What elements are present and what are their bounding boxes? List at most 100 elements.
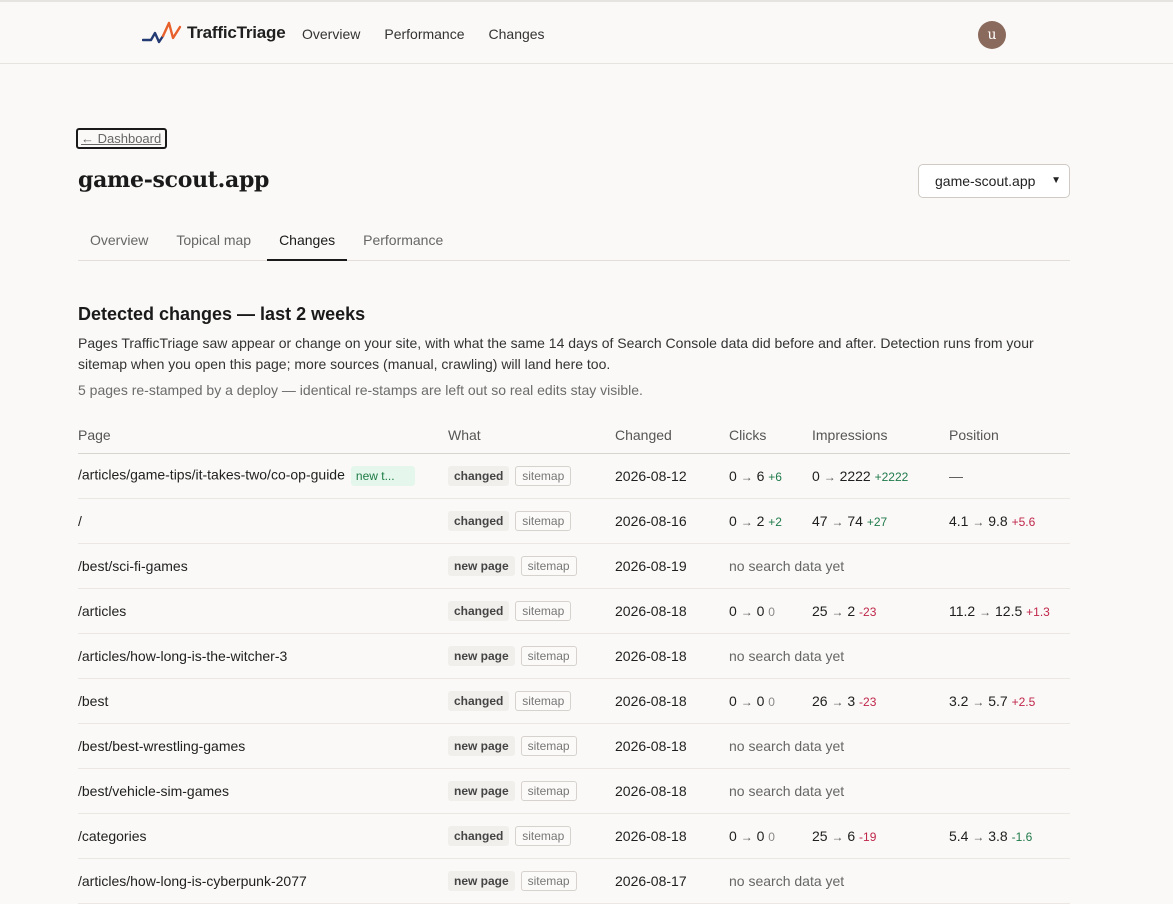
arrow-right-icon: → — [740, 694, 753, 709]
what-cell: changed sitemap — [448, 453, 615, 499]
page-path-link[interactable]: /best/vehicle-sim-games — [78, 783, 229, 799]
col-header-position[interactable]: Position — [949, 418, 1070, 454]
page-path-link[interactable]: /best/sci-fi-games — [78, 558, 188, 574]
impressions-delta: +27 — [866, 514, 888, 529]
impressions-delta: -23 — [859, 694, 877, 709]
page-cell: /best/vehicle-sim-games — [78, 768, 448, 814]
page-path-link[interactable]: /articles/how-long-is-cyberpunk-2077 — [78, 873, 307, 889]
clicks-delta: 0 — [768, 604, 775, 619]
changed-date: 2026-08-16 — [615, 512, 687, 529]
no-data-cell: no search data yet — [729, 543, 1070, 589]
source-badge: sitemap — [515, 690, 572, 711]
page-cell: / — [78, 498, 448, 544]
change-kind-badge: new page — [448, 735, 515, 756]
source-badge: sitemap — [515, 825, 572, 846]
impressions-before: 26 — [812, 692, 828, 709]
page-path-link[interactable]: /articles/game-tips/it-takes-two/co-op-g… — [78, 466, 345, 482]
clicks-delta: 0 — [768, 829, 775, 844]
col-header-what[interactable]: What — [448, 418, 615, 454]
changed-date-cell: 2026-08-19 — [615, 543, 729, 589]
source-badge: sitemap — [515, 600, 572, 621]
table-row[interactable]: / changed sitemap 2026-08-16 0 → 2 +2 47 → 7… — [78, 498, 1070, 544]
topnav-performance[interactable]: Performance — [384, 26, 464, 42]
changed-date: 2026-08-18 — [615, 647, 687, 664]
app-logo[interactable]: TrafficTriage — [142, 20, 286, 46]
clicks-cell: 0 → 0 0 — [729, 813, 812, 859]
chevron-down-icon: ▼ — [1051, 175, 1061, 186]
tab-overview[interactable]: Overview — [78, 222, 160, 261]
impressions-delta: -23 — [859, 604, 877, 619]
arrow-right-icon: → — [740, 604, 753, 619]
clicks-after: 0 — [756, 827, 765, 844]
table-row[interactable]: /best changed sitemap 2026-08-18 0 → 0 0 26 … — [78, 678, 1070, 724]
changed-date: 2026-08-18 — [615, 782, 687, 799]
site-tabs: Overview Topical map Changes Performance — [78, 222, 1070, 261]
table-row[interactable]: /categories changed sitemap 2026-08-18 0 → … — [78, 813, 1070, 859]
page-path-link[interactable]: /categories — [78, 828, 146, 844]
what-cell: changed sitemap — [448, 588, 615, 634]
clicks-cell: 0 → 0 0 — [729, 588, 812, 634]
clicks-cell: 0 → 0 0 — [729, 678, 812, 724]
changed-date: 2026-08-12 — [615, 467, 687, 484]
changed-date-cell: 2026-08-17 — [615, 858, 729, 904]
source-badge: sitemap — [520, 780, 577, 801]
table-row[interactable]: /articles/how-long-is-the-witcher-3 new p… — [78, 633, 1070, 679]
position-cell: 11.2 → 12.5 +1.3 — [949, 588, 1070, 634]
position-before: 5.4 — [949, 827, 969, 844]
position-delta: +1.3 — [1026, 604, 1050, 619]
top-nav: Overview Performance Changes — [302, 26, 569, 42]
table-row[interactable]: /best/best-wrestling-games new page sitem… — [78, 723, 1070, 769]
change-kind-badge: changed — [448, 690, 510, 711]
arrow-right-icon: → — [740, 469, 753, 484]
source-badge: sitemap — [520, 645, 577, 666]
table-row[interactable]: /articles changed sitemap 2026-08-18 0 → 0 … — [78, 588, 1070, 634]
tab-performance[interactable]: Performance — [351, 222, 455, 261]
topnav-changes[interactable]: Changes — [489, 26, 545, 42]
change-kind-badge: changed — [448, 600, 510, 621]
topnav-overview[interactable]: Overview — [302, 26, 360, 42]
page-path-link[interactable]: /articles/how-long-is-the-witcher-3 — [78, 648, 287, 664]
col-header-page[interactable]: Page — [78, 418, 448, 454]
new-traffic-badge: new t... — [350, 465, 415, 486]
tab-topical-map[interactable]: Topical map — [164, 222, 263, 261]
avatar[interactable]: u — [978, 21, 1006, 49]
clicks-after: 0 — [756, 692, 765, 709]
table-row[interactable]: /articles/game-tips/it-takes-two/co-op-g… — [78, 453, 1070, 499]
position-before: 11.2 — [949, 602, 976, 619]
impressions-cell: 25 → 2 -23 — [812, 588, 949, 634]
arrow-right-icon: → — [831, 604, 844, 619]
change-kind-badge: new page — [448, 780, 515, 801]
no-data-text: no search data yet — [729, 782, 845, 799]
changed-date-cell: 2026-08-16 — [615, 498, 729, 544]
page-path-link[interactable]: /articles — [78, 603, 126, 619]
changed-date: 2026-08-19 — [615, 557, 687, 574]
page-path-link[interactable]: /best/best-wrestling-games — [78, 738, 245, 754]
page-path-link[interactable]: /best — [78, 693, 108, 709]
changed-date-cell: 2026-08-18 — [615, 588, 729, 634]
table-row[interactable]: /best/vehicle-sim-games new page sitemap 2… — [78, 768, 1070, 814]
page-cell: /articles/how-long-is-the-witcher-3 — [78, 633, 448, 679]
position-cell: 4.1 → 9.8 +5.6 — [949, 498, 1070, 544]
position-after: 5.7 — [988, 692, 1008, 709]
table-row[interactable]: /articles/how-long-is-cyberpunk-2077 new … — [78, 858, 1070, 904]
changed-date: 2026-08-18 — [615, 827, 687, 844]
page-cell: /best — [78, 678, 448, 724]
col-header-impressions[interactable]: Impressions — [812, 418, 949, 454]
arrow-right-icon: → — [972, 694, 985, 709]
page-cell: /best/sci-fi-games — [78, 543, 448, 589]
table-row[interactable]: /best/sci-fi-games new page sitemap 2026-0… — [78, 543, 1070, 589]
col-header-clicks[interactable]: Clicks — [729, 418, 812, 454]
app-name: TrafficTriage — [187, 23, 286, 42]
page-path-link[interactable]: / — [78, 513, 82, 529]
impressions-after: 2 — [847, 602, 856, 619]
col-header-changed[interactable]: Changed — [615, 418, 729, 454]
source-badge: sitemap — [515, 465, 572, 486]
no-data-text: no search data yet — [729, 737, 845, 754]
position-delta: +2.5 — [1011, 694, 1036, 709]
site-select[interactable]: game-scout.app ▼ — [918, 164, 1070, 198]
clicks-before: 0 — [729, 512, 737, 529]
position-after: 12.5 — [995, 602, 1023, 619]
changed-date: 2026-08-18 — [615, 737, 687, 754]
back-to-dashboard-link[interactable]: ← Dashboard — [76, 128, 167, 149]
tab-changes[interactable]: Changes — [267, 222, 348, 261]
